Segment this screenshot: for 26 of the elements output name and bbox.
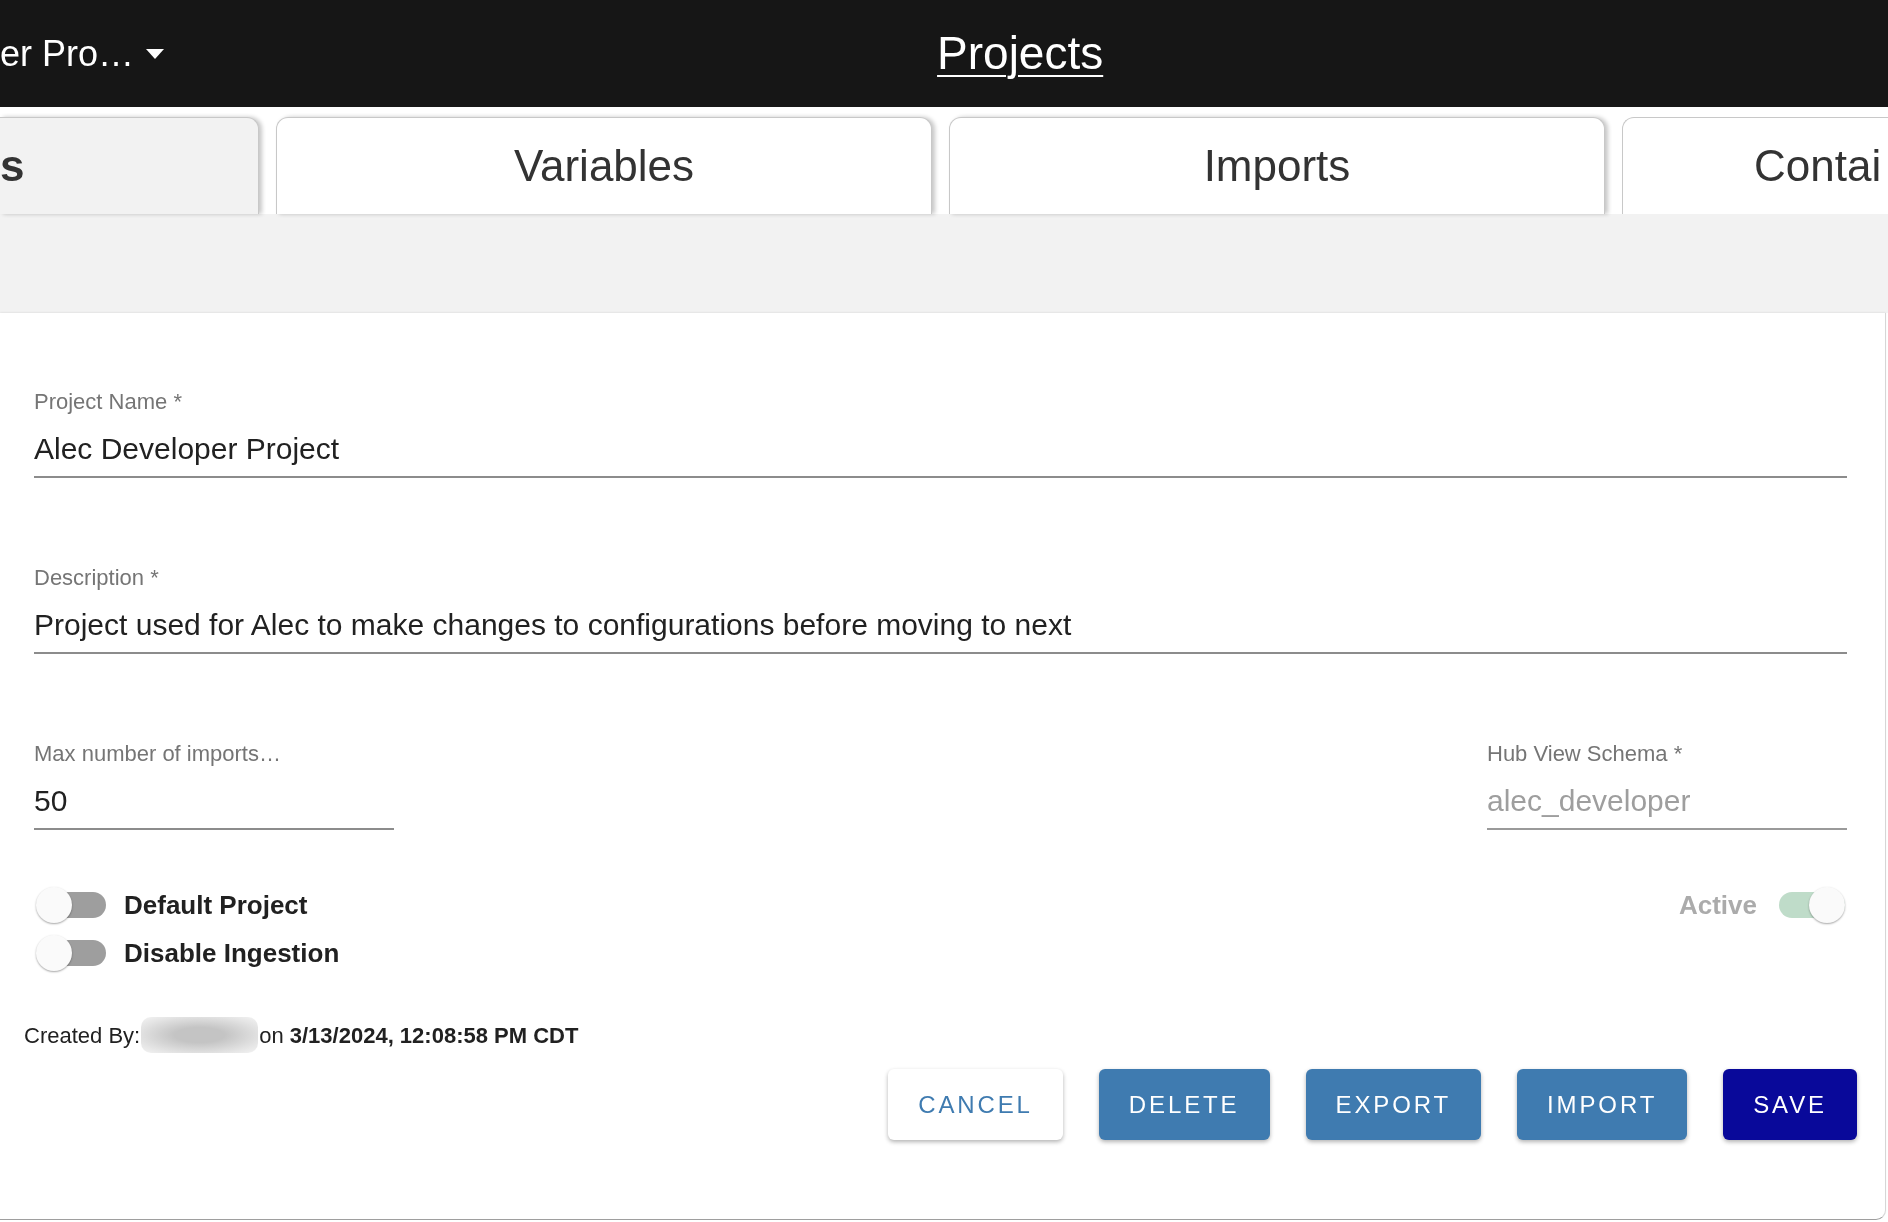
action-button[interactable]: DELETE xyxy=(1098,1069,1270,1140)
tab[interactable]: Contai xyxy=(1622,117,1888,214)
tab[interactable]: Imports xyxy=(949,117,1605,214)
tab[interactable]: Variables xyxy=(276,117,932,214)
field-label: Description * xyxy=(34,564,159,592)
save-button[interactable]: SAVE xyxy=(1723,1069,1857,1140)
text-field[interactable]: Alec Developer Project xyxy=(34,422,1847,478)
field-label: Max number of imports… xyxy=(34,740,281,768)
field-label: Project Name * xyxy=(34,388,182,416)
cancel-button[interactable]: CANCEL xyxy=(888,1069,1063,1140)
caret-icon xyxy=(146,48,165,59)
field-label: Hub View Schema * xyxy=(1487,740,1683,768)
created-by-label: Created By: xyxy=(24,1021,141,1050)
action-button[interactable]: EXPORT xyxy=(1305,1069,1482,1140)
created-date-text: on 3/13/2024, 12:08:58 PM CDT xyxy=(259,1021,579,1050)
switch-label: Default Project xyxy=(124,888,308,922)
project-menu[interactable]: er Pro… xyxy=(0,31,165,76)
text-field[interactable]: 50 xyxy=(34,774,394,830)
switch-label: Active xyxy=(1678,888,1757,922)
text-field[interactable]: Project used for Alec to make changes to configurations before moving to next xyxy=(34,598,1847,654)
toggle-switch[interactable] xyxy=(34,933,108,973)
action-button[interactable]: IMPORT xyxy=(1517,1069,1688,1140)
tab[interactable]: s xyxy=(0,117,259,214)
switch-label: Disable Ingestion xyxy=(124,936,340,970)
toggle-switch[interactable] xyxy=(34,885,108,925)
projects-link[interactable]: Projects xyxy=(937,25,1104,82)
